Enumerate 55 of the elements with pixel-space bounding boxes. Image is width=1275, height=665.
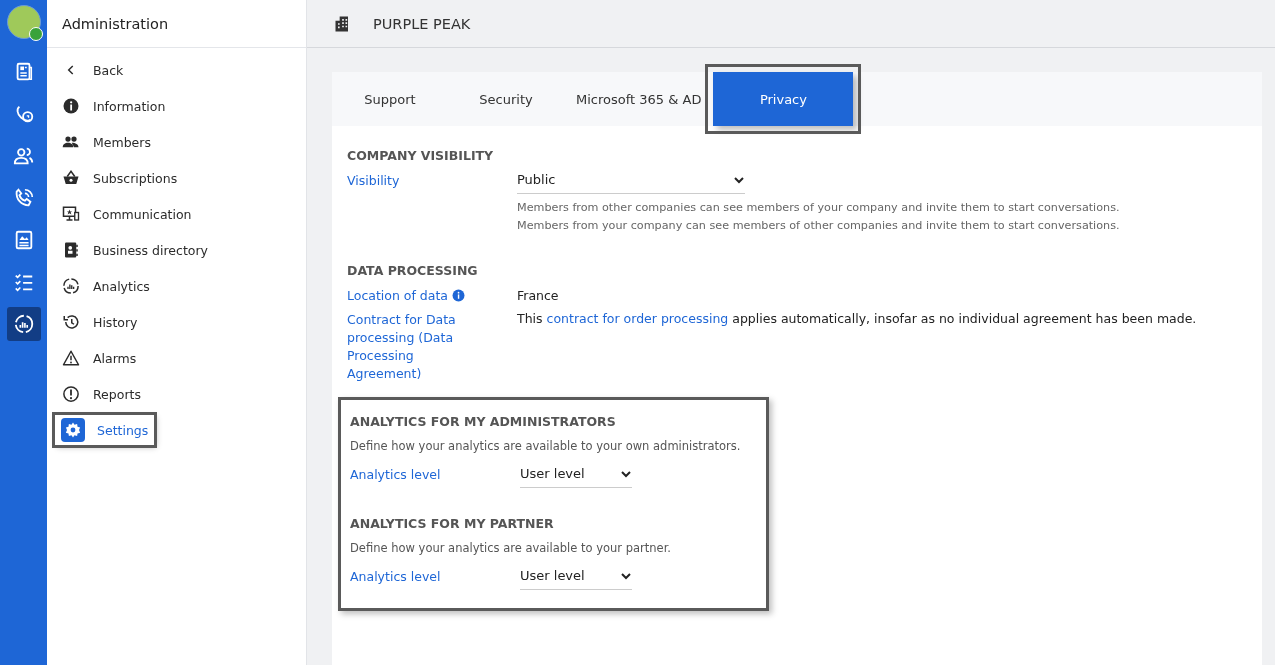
help-text: Members from other companies can see members of your company and invite them to start conversations. [517,200,1121,216]
nav-item[interactable]: Subscriptions [55,163,184,193]
back-link[interactable]: Back [55,55,130,85]
contract-text: This contract for order processing applies automatically, insofar as no individual agreement has been made. [517,311,1198,326]
nav-item[interactable]: Communication [55,199,198,229]
monitor-star-icon [62,205,80,223]
dropdown[interactable]: User level [520,566,632,590]
dropdown-value: Public [517,172,556,187]
settings-icon [64,421,82,439]
nav-item[interactable]: Reports [55,379,147,409]
contract-link[interactable]: contract for order processing [546,311,729,326]
analytics-icon [12,313,35,335]
info-icon[interactable] [452,289,465,302]
tab[interactable]: Support [332,72,448,126]
warning-icon [62,349,80,367]
dropdown-value: User level [520,466,585,481]
tab[interactable]: Privacy [713,72,854,126]
people-icon [12,145,35,167]
analytics-icon [62,277,80,295]
basket-icon [62,169,80,187]
nav-item[interactable]: Alarms [55,343,143,373]
field-label: Analytics level [350,569,442,584]
section-heading: DATA PROCESSING [347,263,479,278]
field-label: Location of data [347,288,517,303]
panel-title: Administration [47,0,306,48]
online-status-icon [28,27,43,41]
field-label: Contract for Data processing (Data Processing Agreement) [347,311,457,383]
nav-item[interactable]: Analytics [55,271,156,301]
nav-item[interactable]: Members [55,127,157,157]
section-heading: COMPANY VISIBILITY [347,148,495,163]
address-book-icon [62,241,80,259]
section-heading: ANALYTICS FOR MY PARTNER [350,516,555,531]
tab[interactable]: Security [448,72,564,126]
nav-item[interactable]: Information [55,91,172,121]
tab[interactable]: Microsoft 365 & AD [564,72,714,126]
avatar[interactable] [6,5,41,39]
description-text: Define how your analytics are available to your own administrators. [350,439,742,453]
info-icon [62,97,80,115]
section-heading: ANALYTICS FOR MY ADMINISTRATORS [350,414,617,429]
field-label: Analytics level [350,467,442,482]
description-text: Define how your analytics are available to your partner. [350,541,672,555]
checklist-icon [12,271,35,293]
field-label: Visibility [347,173,401,188]
nav-item[interactable]: Business directory [55,235,214,265]
nav-item[interactable]: History [55,307,144,337]
history-icon [62,313,80,331]
dropdown[interactable]: Public [517,170,745,194]
dropdown-value: User level [520,568,585,583]
rail-item[interactable] [6,307,41,341]
page-title: PURPLE PEAK [373,15,471,32]
nav-item[interactable]: Settings [55,415,155,445]
field-value: France [517,288,560,303]
help-text: Members from your company can see members of other companies and invite them to start conversations. [517,218,1121,234]
exclamation-circle-icon [62,385,80,403]
dropdown[interactable]: User level [520,464,632,488]
